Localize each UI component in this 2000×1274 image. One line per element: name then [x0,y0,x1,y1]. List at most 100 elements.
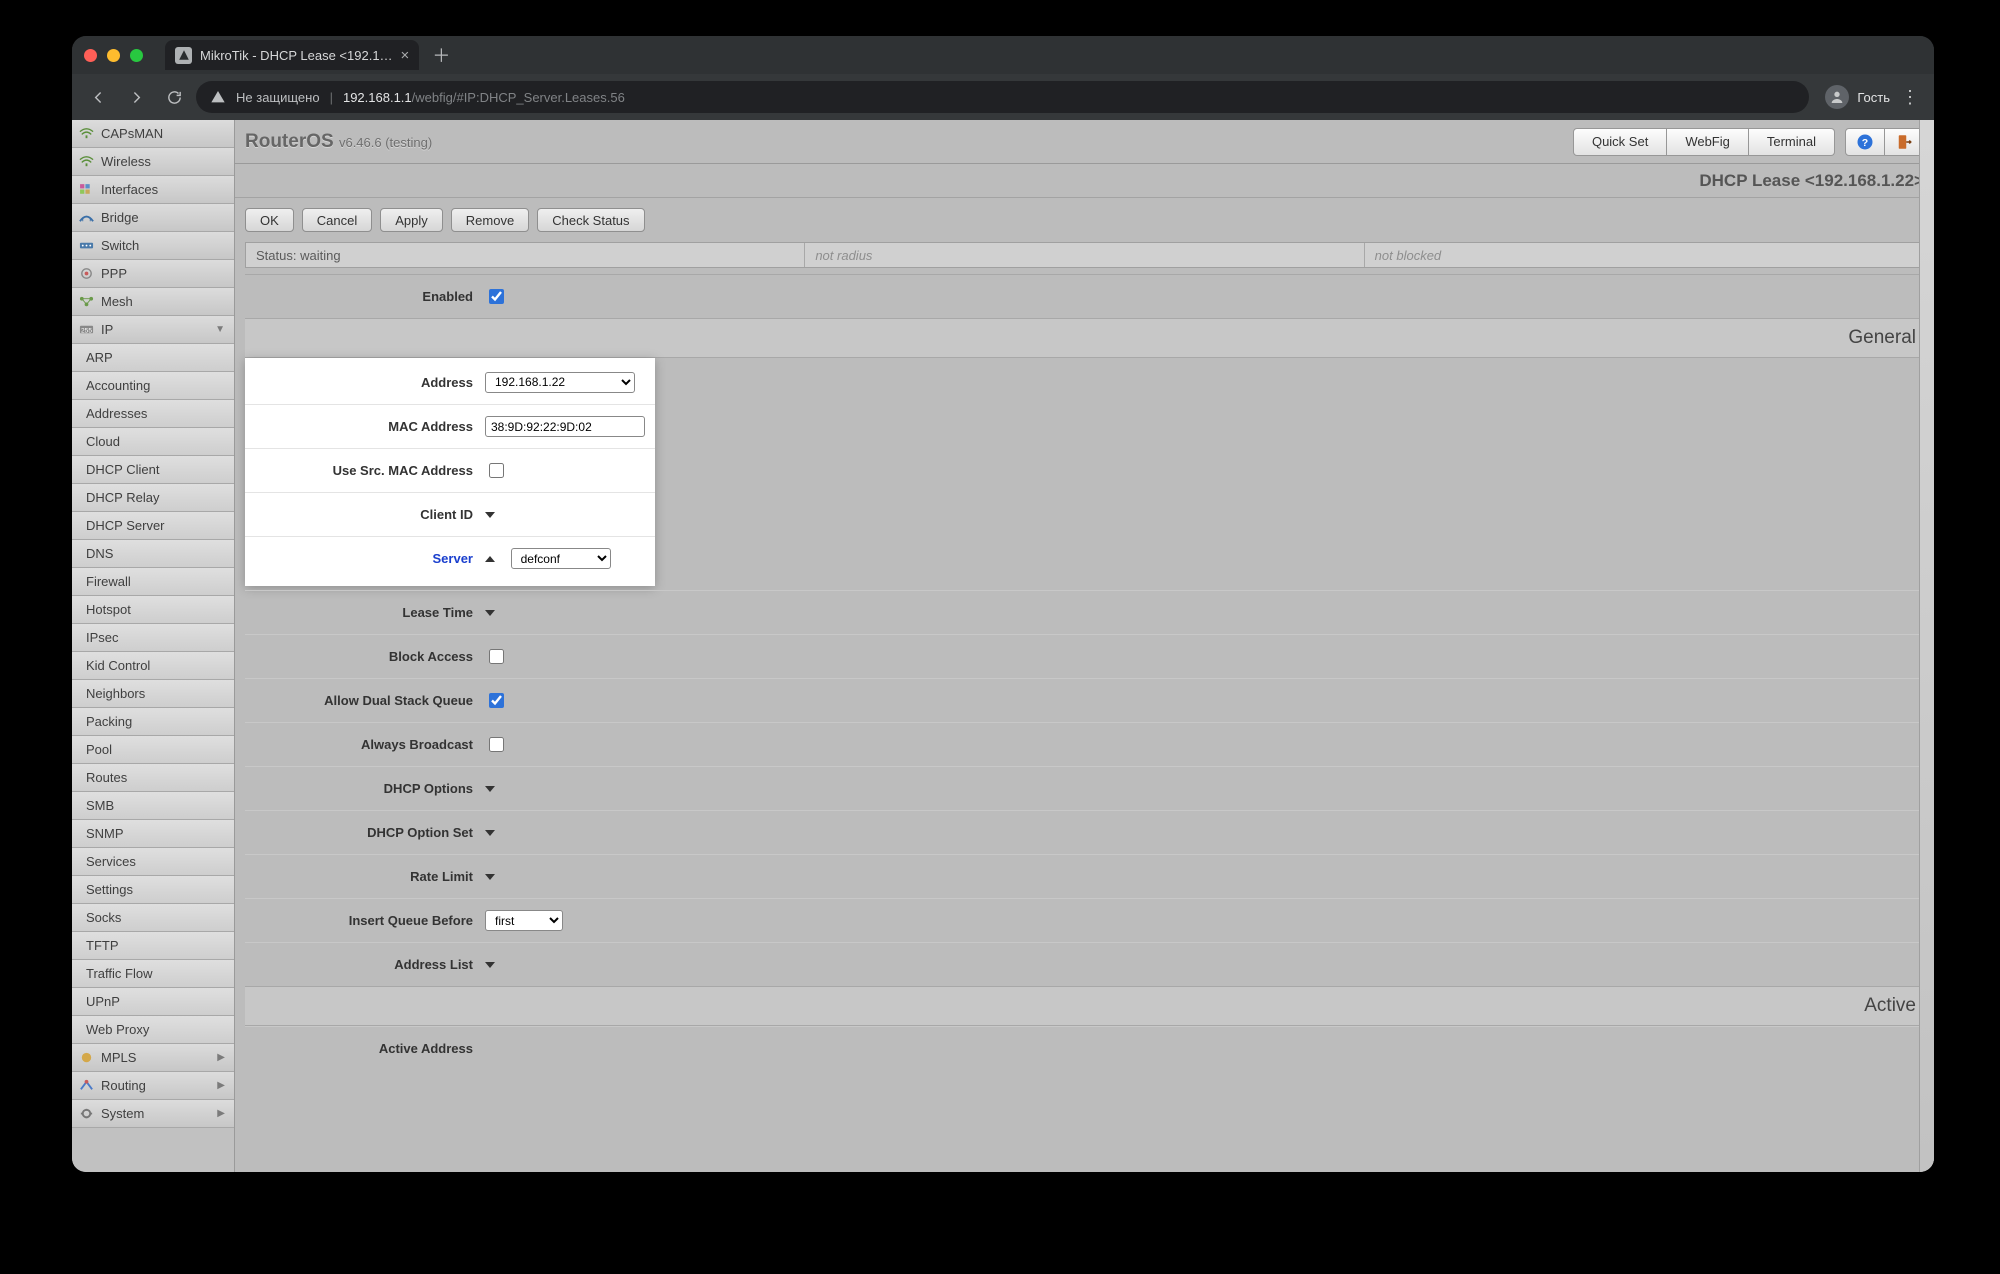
close-window-icon[interactable] [84,49,97,62]
sidebar-item-label: DNS [86,546,228,561]
label-dhcp-options: DHCP Options [245,781,485,796]
sidebar-item-dhcp-server[interactable]: DHCP Server [72,512,234,540]
input-server[interactable]: defconf [511,548,611,569]
expand-lease-time-icon[interactable] [485,610,495,616]
sidebar-item-firewall[interactable]: Firewall [72,568,234,596]
scrollbar[interactable] [1919,120,1934,1172]
row-enabled: Enabled [245,274,1924,318]
sidebar-item-label: MPLS [101,1050,211,1065]
sidebar-item-neighbors[interactable]: Neighbors [72,680,234,708]
status-blocked: not blocked [1365,243,1923,267]
sidebar-item-dns[interactable]: DNS [72,540,234,568]
sidebar-item-web-proxy[interactable]: Web Proxy [72,1016,234,1044]
sidebar-item-label: Interfaces [101,182,228,197]
sidebar-item-accounting[interactable]: Accounting [72,372,234,400]
quickset-button[interactable]: Quick Set [1573,128,1667,156]
input-block-access[interactable] [489,649,504,664]
sidebar-item-interfaces[interactable]: Interfaces [72,176,234,204]
sidebar-item-ip[interactable]: 255IP▼ [72,316,234,344]
new-tab-button[interactable]: ＋ [427,41,455,69]
sidebar-item-label: Switch [101,238,228,253]
cancel-button[interactable]: Cancel [302,208,372,232]
switch-icon [78,239,95,252]
sidebar-item-socks[interactable]: Socks [72,904,234,932]
browser-tab[interactable]: MikroTik - DHCP Lease <192.1… × [165,40,419,70]
sidebar-item-ppp[interactable]: PPP [72,260,234,288]
expand-dhcp-options-icon[interactable] [485,786,495,792]
ok-button[interactable]: OK [245,208,294,232]
sidebar-item-label: TFTP [86,938,228,953]
maximize-window-icon[interactable] [130,49,143,62]
tab-close-icon[interactable]: × [401,47,410,64]
sidebar-item-snmp[interactable]: SNMP [72,820,234,848]
sidebar-item-label: UPnP [86,994,228,1009]
help-button[interactable]: ? [1845,128,1885,156]
sidebar-item-packing[interactable]: Packing [72,708,234,736]
row-use-src-mac: Use Src. MAC Address [245,448,655,492]
input-dual-stack[interactable] [489,693,504,708]
expand-rate-limit-icon[interactable] [485,874,495,880]
sidebar-item-smb[interactable]: SMB [72,792,234,820]
collapse-server-icon[interactable] [485,556,495,562]
sidebar-item-addresses[interactable]: Addresses [72,400,234,428]
row-insert-queue: Insert Queue Before first [245,898,1924,942]
check-status-button[interactable]: Check Status [537,208,644,232]
input-always-broadcast[interactable] [489,737,504,752]
back-button[interactable] [82,81,114,113]
expand-address-list-icon[interactable] [485,962,495,968]
webfig-button[interactable]: WebFig [1667,128,1749,156]
expand-dhcp-option-set-icon[interactable] [485,830,495,836]
sidebar-item-upnp[interactable]: UPnP [72,988,234,1016]
sidebar-item-bridge[interactable]: Bridge [72,204,234,232]
input-use-src-mac[interactable] [489,463,504,478]
sidebar-item-arp[interactable]: ARP [72,344,234,372]
sidebar-item-capsman[interactable]: CAPsMAN [72,120,234,148]
system-icon [78,1107,95,1120]
sidebar-item-routing[interactable]: Routing▶ [72,1072,234,1100]
sidebar-item-label: Settings [86,882,228,897]
sidebar-item-wireless[interactable]: Wireless [72,148,234,176]
sidebar-item-mpls[interactable]: MPLS▶ [72,1044,234,1072]
address-bar[interactable]: Не защищено | 192.168.1.1/webfig/#IP:DHC… [196,81,1809,113]
apply-button[interactable]: Apply [380,208,443,232]
sidebar-item-mesh[interactable]: Mesh [72,288,234,316]
expand-client-id-icon[interactable] [485,512,495,518]
reload-button[interactable] [158,81,190,113]
sidebar-item-label: Bridge [101,210,228,225]
sidebar-item-cloud[interactable]: Cloud [72,428,234,456]
sidebar-item-system[interactable]: System▶ [72,1100,234,1128]
sidebar-item-label: DHCP Client [86,462,228,477]
sidebar: CAPsMANWireless Interfaces Bridge Switch PPP… [72,120,235,1172]
sidebar-item-tftp[interactable]: TFTP [72,932,234,960]
minimize-window-icon[interactable] [107,49,120,62]
sidebar-item-kid-control[interactable]: Kid Control [72,652,234,680]
tab-favicon-icon [175,47,192,64]
sidebar-item-ipsec[interactable]: IPsec [72,624,234,652]
sidebar-item-routes[interactable]: Routes [72,764,234,792]
sidebar-item-services[interactable]: Services [72,848,234,876]
sidebar-item-dhcp-client[interactable]: DHCP Client [72,456,234,484]
menu-button[interactable]: ⋮ [1896,87,1924,108]
sidebar-item-switch[interactable]: Switch [72,232,234,260]
input-enabled[interactable] [489,289,504,304]
input-address[interactable]: 192.168.1.22 [485,372,635,393]
sidebar-item-dhcp-relay[interactable]: DHCP Relay [72,484,234,512]
section-active: Active [245,986,1924,1026]
row-always-broadcast: Always Broadcast [245,722,1924,766]
sidebar-item-settings[interactable]: Settings [72,876,234,904]
url-host: 192.168.1.1 [343,90,412,105]
profile-button[interactable]: Гость [1825,85,1890,109]
terminal-button[interactable]: Terminal [1749,128,1835,156]
sidebar-item-label: Kid Control [86,658,228,673]
sidebar-item-label: Routing [101,1078,211,1093]
remove-button[interactable]: Remove [451,208,529,232]
forward-button[interactable] [120,81,152,113]
sidebar-item-traffic-flow[interactable]: Traffic Flow [72,960,234,988]
sidebar-item-label: Packing [86,714,228,729]
bridge-icon [78,211,95,224]
input-mac[interactable] [485,416,645,437]
sidebar-item-pool[interactable]: Pool [72,736,234,764]
browser-window: MikroTik - DHCP Lease <192.1… × ＋ Не защ… [72,36,1934,1172]
input-insert-queue[interactable]: first [485,910,563,931]
sidebar-item-hotspot[interactable]: Hotspot [72,596,234,624]
